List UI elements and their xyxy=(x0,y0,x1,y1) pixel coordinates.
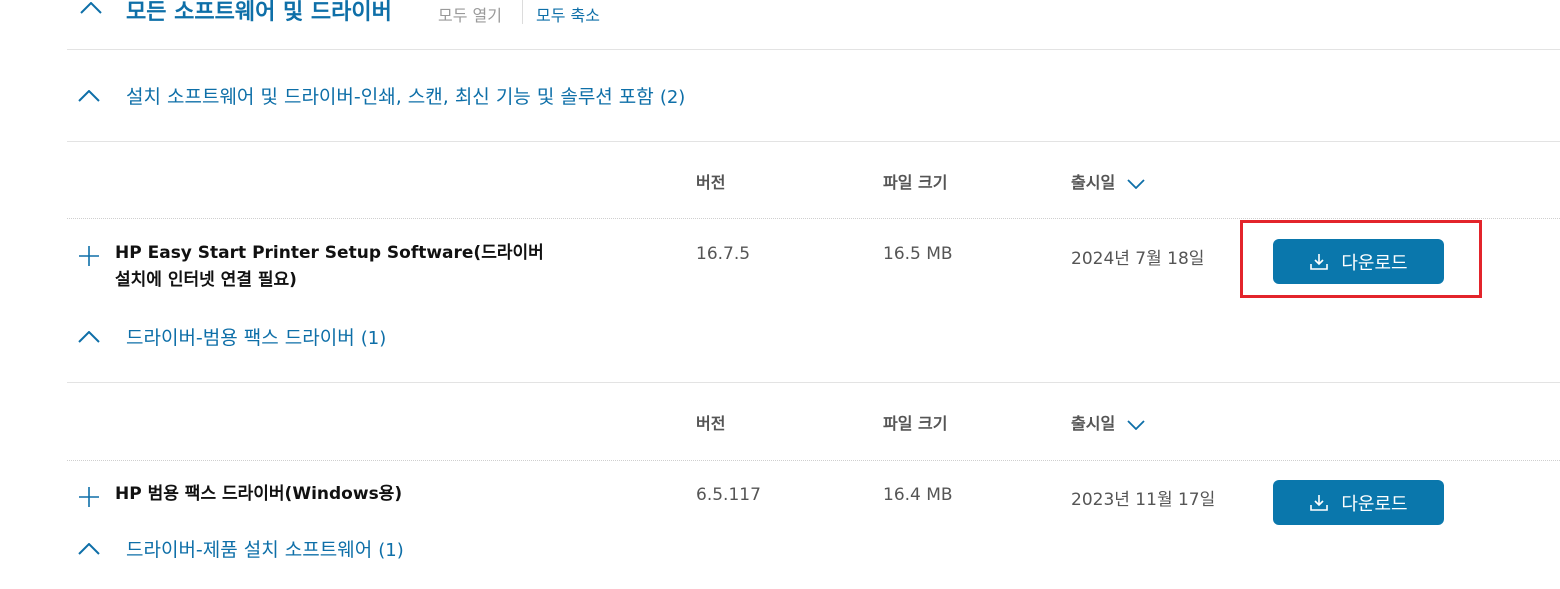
expand-row-plus-icon[interactable] xyxy=(78,486,100,508)
divider xyxy=(67,382,1560,383)
highlight-box xyxy=(1240,220,1482,298)
section-title-product-install[interactable]: 드라이버-제품 설치 소프트웨어 (1) xyxy=(126,535,404,562)
section-chevron-up-icon[interactable] xyxy=(78,90,100,102)
column-header-size: 파일 크기 xyxy=(883,414,948,433)
section-count: (2) xyxy=(659,87,686,108)
download-icon xyxy=(1310,494,1329,511)
section-title-fax-driver[interactable]: 드라이버-범용 팩스 드라이버 (1) xyxy=(126,323,386,350)
divider xyxy=(67,218,1560,219)
download-button[interactable]: 다운로드 xyxy=(1273,480,1444,525)
collapse-all-chevron-up-icon[interactable] xyxy=(80,2,102,14)
section-title-text: 설치 소프트웨어 및 드라이버-인쇄, 스캔, 최신 기능 및 솔루션 포함 xyxy=(126,86,654,108)
product-name-line2: 설치에 인터넷 연결 필요) xyxy=(115,270,297,290)
column-header-date-label: 출시일 xyxy=(1071,414,1116,433)
version-value: 16.7.5 xyxy=(696,244,751,264)
expand-row-plus-icon[interactable] xyxy=(78,245,100,267)
column-header-date[interactable]: 출시일 xyxy=(1071,169,1145,193)
divider xyxy=(67,49,1560,50)
size-value: 16.5 MB xyxy=(883,244,953,264)
divider xyxy=(67,141,1560,142)
product-name[interactable]: HP Easy Start Printer Setup Software(드라이… xyxy=(115,240,544,294)
column-header-date[interactable]: 출시일 xyxy=(1071,410,1145,434)
section-count: (1) xyxy=(360,328,387,349)
column-header-date-label: 출시일 xyxy=(1071,173,1116,192)
product-name-line1: HP Easy Start Printer Setup Software(드라이… xyxy=(115,243,544,263)
section-title-install-software[interactable]: 설치 소프트웨어 및 드라이버-인쇄, 스캔, 최신 기능 및 솔루션 포함 (… xyxy=(126,82,685,109)
date-value: 2024년 7월 18일 xyxy=(1071,249,1205,269)
section-title-text: 드라이버-범용 팩스 드라이버 xyxy=(126,327,355,349)
product-name[interactable]: HP 범용 팩스 드라이버(Windows용) xyxy=(115,481,402,508)
section-count: (1) xyxy=(378,540,404,561)
chevron-down-icon xyxy=(1127,178,1145,189)
link-divider xyxy=(522,0,523,24)
section-chevron-up-icon[interactable] xyxy=(78,331,100,343)
column-header-version: 버전 xyxy=(696,173,726,192)
section-title-text: 드라이버-제품 설치 소프트웨어 xyxy=(126,539,373,561)
date-value: 2023년 11월 17일 xyxy=(1071,490,1216,510)
chevron-down-icon xyxy=(1127,419,1145,430)
version-value: 6.5.117 xyxy=(696,485,761,505)
divider xyxy=(67,460,1560,461)
column-header-version: 버전 xyxy=(696,414,726,433)
page-title: 모든 소프트웨어 및 드라이버 xyxy=(126,0,392,25)
column-header-size: 파일 크기 xyxy=(883,173,948,192)
expand-all-link[interactable]: 모두 열기 xyxy=(438,2,502,26)
collapse-all-link[interactable]: 모두 축소 xyxy=(536,2,600,26)
size-value: 16.4 MB xyxy=(883,485,953,505)
download-button-label: 다운로드 xyxy=(1341,493,1408,515)
section-chevron-up-icon[interactable] xyxy=(78,543,100,555)
